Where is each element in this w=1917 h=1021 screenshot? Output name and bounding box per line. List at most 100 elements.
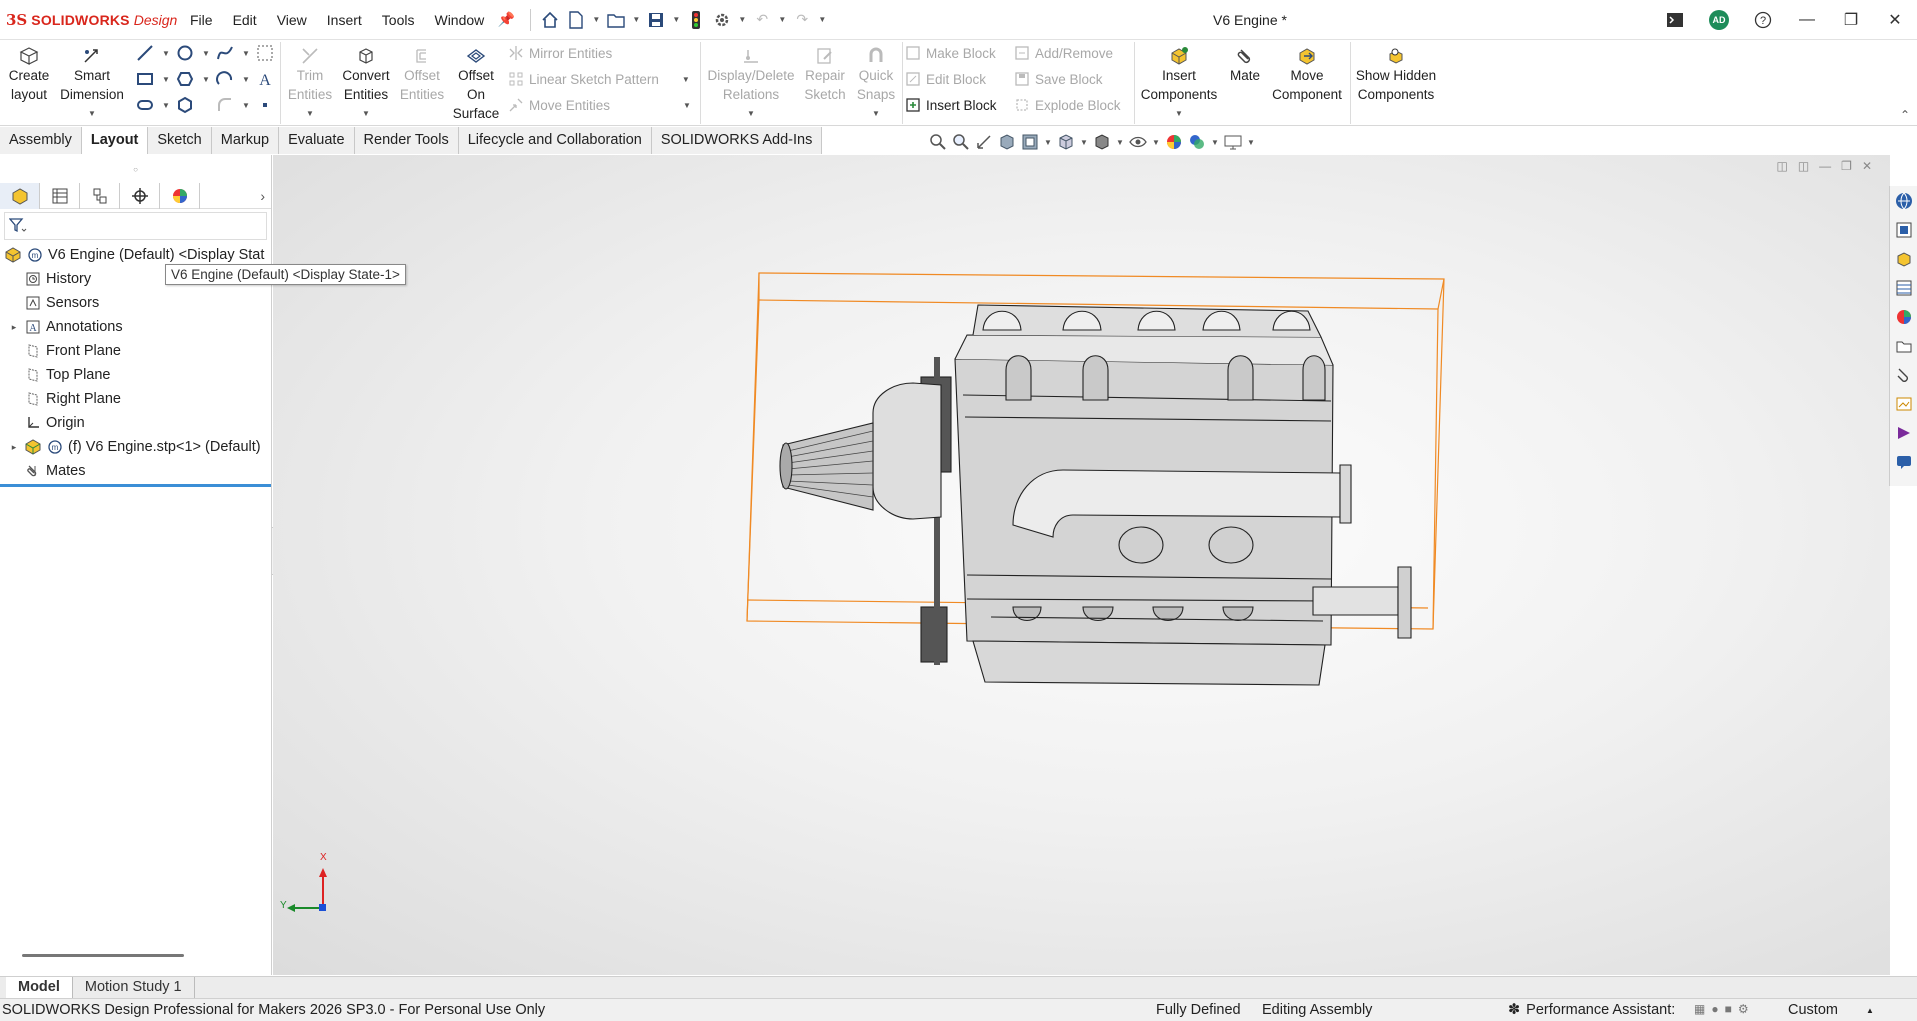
graphics-area[interactable]: ◫ ◫ — ❐ ✕ X Y xyxy=(273,155,1890,975)
design-library-icon[interactable] xyxy=(1893,219,1915,241)
property-manager-tab-icon[interactable] xyxy=(40,182,80,209)
chat-icon[interactable] xyxy=(1893,451,1915,473)
zoom-to-area-icon[interactable] xyxy=(951,132,971,152)
explode-block-button[interactable]: Explode Block xyxy=(1014,97,1121,113)
add-remove-button[interactable]: Add/Remove xyxy=(1014,45,1113,61)
configuration-manager-tab-icon[interactable] xyxy=(80,182,120,209)
spline-icon[interactable] xyxy=(216,44,234,62)
chevron-down-icon[interactable]: ▼ xyxy=(162,101,170,110)
restore-icon[interactable]: ❐ xyxy=(1829,0,1873,40)
solidworks-resources-icon[interactable] xyxy=(1893,190,1915,212)
view-palette-icon[interactable] xyxy=(1893,277,1915,299)
feature-manager-tab-icon[interactable] xyxy=(0,182,40,209)
options-status-icon[interactable]: ⚙ xyxy=(1738,1002,1749,1016)
tab-evaluate[interactable]: Evaluate xyxy=(279,127,355,154)
file-explorer-icon[interactable] xyxy=(1893,248,1915,270)
tab-lifecycle[interactable]: Lifecycle and Collaboration xyxy=(458,127,652,154)
tab-render-tools[interactable]: Render Tools xyxy=(354,127,459,154)
chevron-down-icon[interactable]: ▼ xyxy=(242,75,250,84)
chevron-up-icon[interactable]: ▲ xyxy=(1866,1006,1874,1015)
tab-add-ins[interactable]: SOLIDWORKS Add-Ins xyxy=(651,127,823,154)
chevron-down-icon[interactable]: ▼ xyxy=(1151,138,1161,147)
tree-rollback-bar[interactable] xyxy=(0,484,271,487)
expand-arrow-icon[interactable]: ▸ xyxy=(4,442,24,453)
previous-view-icon[interactable] xyxy=(974,132,994,152)
tree-item-right-plane[interactable]: Right Plane xyxy=(0,387,271,411)
home-icon[interactable] xyxy=(539,9,561,31)
chevron-down-icon[interactable]: ▼ xyxy=(1136,104,1222,123)
pin-menu-icon[interactable]: 📌 xyxy=(494,11,518,28)
insert-components-button[interactable]: Insert Components ▼ xyxy=(1136,44,1222,123)
save-icon[interactable] xyxy=(645,9,667,31)
mirror-entities-button[interactable]: Mirror Entities xyxy=(508,45,612,61)
help-icon[interactable]: ? xyxy=(1741,0,1785,40)
appearances-icon[interactable] xyxy=(1893,306,1915,328)
panel-grip-icon[interactable]: ○ xyxy=(0,155,271,183)
view-settings-icon[interactable] xyxy=(1223,132,1243,152)
chevron-down-icon[interactable]: ▼ xyxy=(737,15,747,24)
straight-slot-icon[interactable] xyxy=(136,96,154,114)
arc-icon[interactable] xyxy=(216,70,234,88)
chevron-down-icon[interactable]: ▼ xyxy=(1115,138,1125,147)
smart-dimension-button[interactable]: Smart Dimension ▼ xyxy=(58,44,126,123)
tree-item-origin[interactable]: Origin xyxy=(0,411,271,435)
app-logo[interactable]: 3S SOLIDWORKS Design xyxy=(0,11,180,29)
chevron-down-icon[interactable]: ▼ xyxy=(1246,138,1256,147)
edit-block-button[interactable]: Edit Block xyxy=(905,71,986,87)
tree-filter[interactable] xyxy=(4,212,267,240)
text-icon[interactable]: A xyxy=(256,70,274,88)
display-style-icon[interactable] xyxy=(1092,132,1112,152)
move-component-button[interactable]: Move Component xyxy=(1268,44,1346,104)
quick-snaps-button[interactable]: Quick Snaps ▼ xyxy=(852,44,900,123)
undo-icon[interactable]: ↶ xyxy=(751,9,773,31)
menu-edit[interactable]: Edit xyxy=(223,0,267,40)
chevron-right-icon[interactable]: › xyxy=(260,188,265,204)
display-delete-relations-button[interactable]: Display/Delete Relations ▼ xyxy=(704,44,798,123)
repair-sketch-button[interactable]: Repair Sketch xyxy=(800,44,850,104)
chevron-down-icon[interactable]: ▼ xyxy=(202,49,210,58)
solidworks-forum-icon[interactable] xyxy=(1893,364,1915,386)
custom-properties-icon[interactable] xyxy=(1893,335,1915,357)
chevron-down-icon[interactable]: ▼ xyxy=(682,75,690,84)
line-icon[interactable] xyxy=(136,44,154,62)
open-folder-icon[interactable] xyxy=(605,9,627,31)
zoom-to-fit-icon[interactable] xyxy=(928,132,948,152)
image-gallery-icon[interactable] xyxy=(1893,393,1915,415)
menu-view[interactable]: View xyxy=(267,0,317,40)
dynamic-annotation-views-icon[interactable] xyxy=(1020,132,1040,152)
tree-item-front-plane[interactable]: Front Plane xyxy=(0,339,271,363)
mate-button[interactable]: Mate xyxy=(1224,44,1266,85)
command-prompt-icon[interactable] xyxy=(1653,0,1697,40)
chevron-up-icon[interactable]: ⌃ xyxy=(1900,108,1910,122)
section-view-icon[interactable] xyxy=(997,132,1017,152)
expand-arrow-icon[interactable]: ▸ xyxy=(4,322,24,333)
offset-on-surface-button[interactable]: Offset On Surface xyxy=(452,44,500,123)
offset-entities-button[interactable]: Offset Entities xyxy=(396,44,448,104)
display-manager-tab-icon[interactable] xyxy=(160,182,200,209)
new-document-icon[interactable] xyxy=(565,9,587,31)
chevron-down-icon[interactable]: ▼ xyxy=(777,15,787,24)
options-gear-icon[interactable] xyxy=(711,9,733,31)
move-entities-button[interactable]: Move Entities ▼ xyxy=(508,97,691,113)
minimize-icon[interactable]: — xyxy=(1785,0,1829,40)
dimxpert-tab-icon[interactable] xyxy=(120,182,160,209)
display-status-icon[interactable]: ■ xyxy=(1725,1002,1732,1016)
tree-item-sensors[interactable]: Sensors xyxy=(0,291,271,315)
chevron-down-icon[interactable]: ▼ xyxy=(704,104,798,123)
create-layout-button[interactable]: Create layout xyxy=(4,44,54,104)
sketch-grid-icon[interactable] xyxy=(256,44,274,62)
chevron-down-icon[interactable]: ▼ xyxy=(631,15,641,24)
units-selector[interactable]: Custom xyxy=(1788,1002,1838,1018)
chevron-down-icon[interactable]: ▼ xyxy=(162,49,170,58)
trim-entities-button[interactable]: Trim Entities ▼ xyxy=(284,44,336,123)
make-block-button[interactable]: Make Block xyxy=(905,45,996,61)
chevron-down-icon[interactable]: ▼ xyxy=(591,15,601,24)
menu-insert[interactable]: Insert xyxy=(317,0,372,40)
insert-block-button[interactable]: Insert Block xyxy=(905,97,997,113)
chevron-down-icon[interactable]: ▼ xyxy=(683,101,691,110)
chevron-down-icon[interactable]: ▼ xyxy=(338,104,394,123)
chevron-down-icon[interactable]: ▼ xyxy=(817,15,827,24)
chevron-down-icon[interactable]: ▼ xyxy=(202,75,210,84)
tab-motion-study[interactable]: Motion Study 1 xyxy=(73,977,195,998)
close-icon[interactable]: ✕ xyxy=(1873,0,1917,40)
